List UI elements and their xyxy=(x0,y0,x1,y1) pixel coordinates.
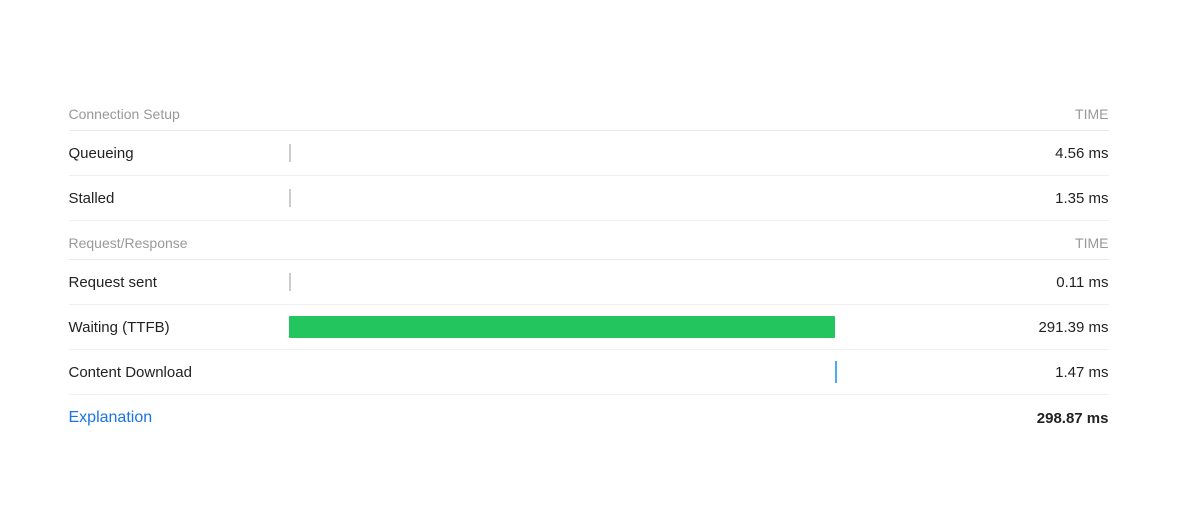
stalled-bar-area xyxy=(289,186,989,210)
request-sent-tick xyxy=(289,273,291,291)
waiting-ttfb-label: Waiting (TTFB) xyxy=(69,319,269,336)
request-response-label: Request/Response xyxy=(69,235,188,251)
request-sent-bar-area xyxy=(289,270,989,294)
queueing-label: Queueing xyxy=(69,145,269,162)
stalled-time: 1.35 ms xyxy=(1009,190,1109,207)
stalled-tick xyxy=(289,189,291,207)
ttfb-green-bar xyxy=(289,316,835,338)
footer-row: Explanation 298.87 ms xyxy=(69,395,1109,433)
stalled-row: Stalled 1.35 ms xyxy=(69,176,1109,221)
queueing-bar-area xyxy=(289,141,989,165)
explanation-link[interactable]: Explanation xyxy=(69,409,153,427)
connection-setup-header: Connection Setup TIME xyxy=(69,98,1109,131)
waiting-ttfb-time: 291.39 ms xyxy=(1009,319,1109,336)
request-response-time-label: TIME xyxy=(1075,235,1108,251)
content-download-time: 1.47 ms xyxy=(1009,364,1109,381)
request-response-header: Request/Response TIME xyxy=(69,227,1109,260)
queueing-time: 4.56 ms xyxy=(1009,145,1109,162)
content-download-label: Content Download xyxy=(69,364,269,381)
content-download-row: Content Download 1.47 ms xyxy=(69,350,1109,395)
queueing-tick xyxy=(289,144,291,162)
waiting-ttfb-row: Waiting (TTFB) 291.39 ms xyxy=(69,305,1109,350)
request-sent-time: 0.11 ms xyxy=(1009,274,1109,291)
connection-setup-label: Connection Setup xyxy=(69,106,180,122)
waiting-ttfb-bar-area xyxy=(289,315,989,339)
total-time: 298.87 ms xyxy=(1009,410,1109,427)
content-download-bar-area xyxy=(289,360,989,384)
content-download-blue-bar xyxy=(835,361,837,383)
request-sent-row: Request sent 0.11 ms xyxy=(69,260,1109,305)
stalled-label: Stalled xyxy=(69,190,269,207)
connection-setup-time-label: TIME xyxy=(1075,106,1108,122)
timing-panel: Connection Setup TIME Queueing 4.56 ms S… xyxy=(39,78,1139,453)
request-sent-label: Request sent xyxy=(69,274,269,291)
queueing-row: Queueing 4.56 ms xyxy=(69,131,1109,176)
